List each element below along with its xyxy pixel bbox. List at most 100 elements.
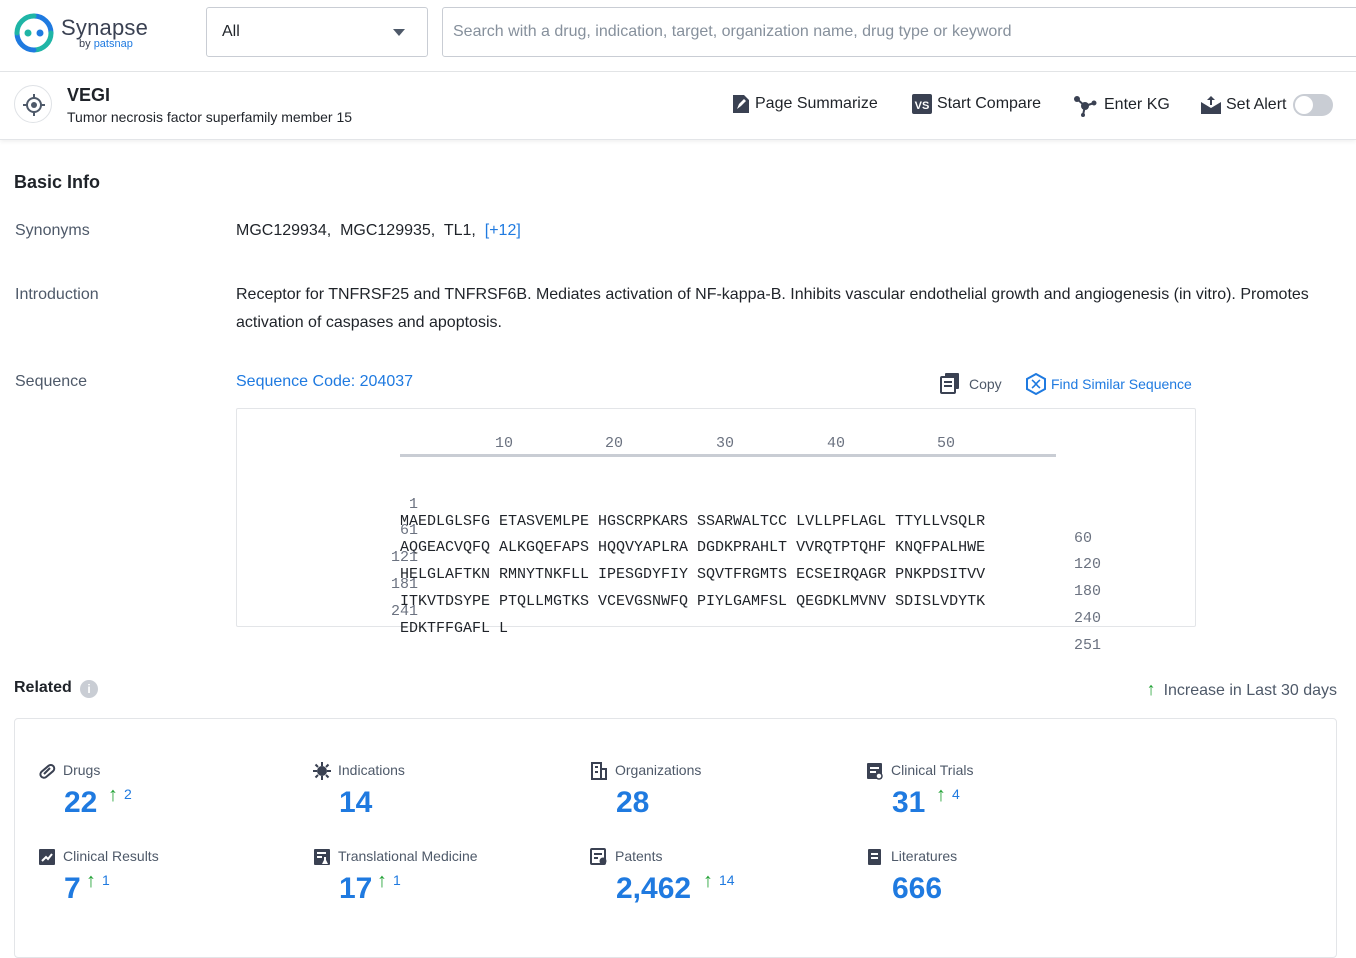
stat-value: 2,462: [616, 872, 691, 906]
ruler-tick: 40: [827, 435, 845, 452]
alert-mail-icon: [1201, 95, 1221, 115]
target-icon: [14, 85, 52, 123]
related-stats-card: Drugs 22 ↑2 Indications 14 Organizations…: [14, 718, 1337, 958]
introduction-label: Introduction: [15, 286, 99, 304]
arrow-up-icon: ↑: [108, 784, 118, 806]
brand-by: by: [79, 38, 91, 50]
stat-value: 14: [339, 786, 372, 820]
stat-increase: ↑1: [377, 868, 401, 891]
sequence-viewer: 10 20 30 40 50 1 MAEDLGLSFG ETASVEMLPE H…: [236, 408, 1196, 627]
brand-byline: by patsnap: [79, 38, 133, 50]
ruler-tick: 50: [937, 435, 955, 452]
introduction-text: Receptor for TNFRSF25 and TNFRSF6B. Medi…: [236, 281, 1316, 337]
entity-full-name: Tumor necrosis factor superfamily member…: [67, 109, 352, 125]
start-compare-button[interactable]: VS Start Compare: [912, 93, 1052, 117]
sequence-label: Sequence: [15, 373, 87, 391]
building-icon: [590, 762, 608, 780]
page-summarize-button[interactable]: Page Summarize: [732, 93, 888, 117]
stat-literatures[interactable]: Literatures 666: [866, 848, 1126, 918]
arrow-up-icon: ↑: [1147, 679, 1156, 699]
clipboard-icon: [866, 762, 884, 780]
stat-indications[interactable]: Indications 14: [313, 762, 573, 832]
top-bar: Synapse by patsnap All: [0, 0, 1356, 72]
info-icon[interactable]: i: [80, 680, 98, 698]
stat-clinical-trials[interactable]: Clinical Trials 31 ↑4: [866, 762, 1126, 832]
stat-value: 7: [64, 872, 81, 906]
set-alert-toggle[interactable]: [1293, 94, 1333, 116]
stat-organizations[interactable]: Organizations 28: [590, 762, 850, 832]
pill-icon: [38, 762, 56, 780]
row-start-index: 241: [273, 603, 418, 620]
arrow-up-icon: ↑: [377, 870, 387, 892]
find-similar-label: Find Similar Sequence: [1051, 376, 1192, 392]
stat-increase-value: 1: [393, 872, 401, 888]
page-summarize-label: Page Summarize: [755, 95, 878, 113]
row-sequence: EDKTFFGAFL L: [400, 620, 508, 637]
sequence-code-link[interactable]: Sequence Code: 204037: [236, 368, 413, 396]
stat-increase: ↑1: [86, 868, 110, 891]
stat-increase: ↑4: [936, 782, 960, 805]
entity-name: VEGI: [67, 85, 110, 106]
stat-increase-value: 1: [102, 872, 110, 888]
stat-label: Indications: [338, 762, 405, 778]
sequence-row: 121 HELGLAFTKN RMNYTNKFLL IPESGDYFIY SQV…: [237, 532, 1195, 552]
stat-value: 28: [616, 786, 649, 820]
virus-icon: [313, 762, 331, 780]
stat-increase-value: 4: [952, 786, 960, 802]
stat-label: Organizations: [615, 762, 701, 778]
document-edit-icon: [732, 94, 750, 114]
stat-translational-medicine[interactable]: Translational Medicine 17 ↑1: [313, 848, 573, 918]
search-scope-select[interactable]: All: [206, 7, 428, 57]
sequence-row: 61 AQGEACVQFQ ALKGQEFAPS HQQVYAPLRA DGDK…: [237, 505, 1195, 525]
stat-value: 666: [892, 872, 942, 906]
search-scope-value: All: [222, 23, 240, 41]
increase-legend: ↑ Increase in Last 30 days: [1147, 679, 1337, 700]
stat-label: Patents: [615, 848, 662, 864]
arrow-up-icon: ↑: [703, 870, 713, 892]
doc-flask-icon: [313, 848, 331, 866]
sequence-row: 241 EDKTFFGAFL L 251: [237, 586, 1195, 606]
stat-clinical-results[interactable]: Clinical Results 7 ↑1: [38, 848, 298, 918]
arrow-up-icon: ↑: [86, 870, 96, 892]
synonyms-label: Synonyms: [15, 222, 90, 240]
related-title: Related: [14, 679, 72, 697]
sequence-ruler: [400, 454, 1056, 457]
copy-sequence-button[interactable]: Copy: [940, 372, 1006, 396]
dna-hexagon-icon: [1026, 373, 1046, 395]
book-icon: [866, 848, 884, 866]
brand-company: patsnap: [94, 38, 133, 50]
stat-patents[interactable]: Patents 2,462 ↑ 14: [590, 848, 850, 918]
synonyms-more-link[interactable]: [+12]: [485, 222, 521, 239]
copy-icon: [940, 372, 960, 394]
chart-doc-icon: [38, 848, 56, 866]
increase-legend-label: Increase in Last 30 days: [1164, 682, 1337, 699]
patent-icon: [590, 848, 608, 866]
row-end-index: 251: [1074, 637, 1101, 654]
toggle-knob: [1295, 96, 1313, 114]
chevron-down-icon: [393, 29, 405, 36]
synonym-item: TL1,: [444, 222, 476, 239]
synonym-item: MGC129935,: [340, 222, 435, 239]
row-end-index: 240: [1074, 610, 1101, 627]
synonym-item: MGC129934,: [236, 222, 331, 239]
stat-increase-value: 14: [719, 872, 735, 888]
stat-drugs[interactable]: Drugs 22 ↑2: [38, 762, 298, 832]
stat-value: 22: [64, 786, 97, 820]
find-similar-sequence-button[interactable]: Find Similar Sequence: [1026, 372, 1198, 396]
enter-kg-button[interactable]: Enter KG: [1073, 94, 1177, 118]
copy-label: Copy: [969, 376, 1002, 392]
synapse-logo[interactable]: Synapse by patsnap: [14, 13, 154, 53]
ruler-tick: 10: [495, 435, 513, 452]
stat-label: Clinical Results: [63, 848, 159, 864]
start-compare-label: Start Compare: [937, 95, 1041, 113]
synonyms-value: MGC129934, MGC129935, TL1, [+12]: [236, 217, 521, 245]
svg-text:VS: VS: [915, 100, 930, 112]
stat-increase: ↑ 14: [703, 868, 735, 891]
search-input[interactable]: [442, 7, 1356, 57]
stat-label: Translational Medicine: [338, 848, 478, 864]
basic-info-title: Basic Info: [14, 172, 100, 193]
arrow-up-icon: ↑: [936, 784, 946, 806]
stat-label: Clinical Trials: [891, 762, 973, 778]
set-alert-button[interactable]: Set Alert: [1201, 94, 1291, 118]
set-alert-label: Set Alert: [1226, 96, 1286, 114]
